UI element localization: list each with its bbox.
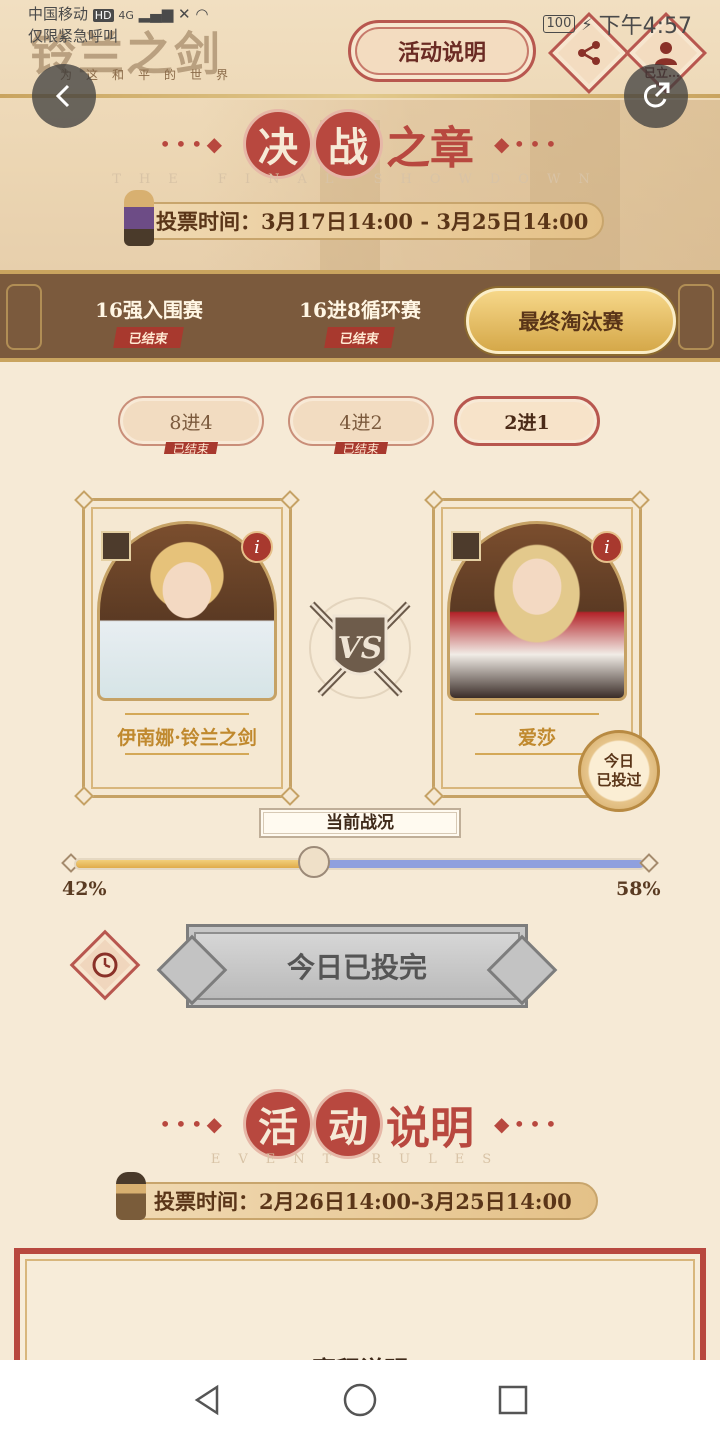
showdown-vote-time: 投票时间：3月17日14:00 - 3月25日14:00 (128, 202, 604, 240)
carrier-label: 中国移动 (28, 5, 89, 23)
event-vote-time: 投票时间：2月26日14:00-3月25日14:00 (126, 1182, 598, 1220)
round-label: 8进4 (169, 411, 213, 434)
showdown-title: •••◆ 决 战 之章 ◆••• THE FINAL SHOWDOWN (0, 112, 720, 187)
round-tab-2to1[interactable]: 2进1 (454, 396, 600, 446)
ended-badge: 已结束 (333, 442, 389, 454)
title-dots-right: ◆••• (494, 132, 561, 156)
card-corner (74, 490, 94, 510)
back-button[interactable] (32, 64, 96, 128)
ended-badge: 已结束 (113, 327, 185, 348)
wifi-icon: ✕ ◠ (178, 5, 209, 23)
svg-text:VS: VS (338, 631, 383, 666)
circle-home-icon (343, 1383, 377, 1417)
voted-today-seal: 今日 已投过 (578, 730, 660, 812)
bar-track (74, 858, 646, 870)
stage-label: 16进8循环赛 (299, 298, 421, 322)
name-ornament (475, 713, 599, 715)
status-left: 中国移动 HD 4G ▂▄▆ ✕ ◠ 仅限紧急呼叫 (28, 4, 208, 46)
stage-tab-top16[interactable]: 16强入围赛 已结束 (80, 294, 218, 348)
vote-progress-bar (61, 846, 659, 878)
title-rest: 之章 (386, 123, 474, 174)
title-english: EVENT RULES (210, 1152, 510, 1167)
square-recents-icon (499, 1385, 528, 1415)
info-button[interactable]: i (591, 531, 623, 563)
ornament-left (6, 284, 42, 350)
round-label: 2进1 (504, 411, 550, 434)
name-ornament (125, 713, 249, 715)
title-english: THE FINAL SHOWDOWN (112, 172, 608, 187)
info-button[interactable]: i (241, 531, 273, 563)
title-char-2: 战 (316, 112, 380, 176)
round-label: 4进2 (339, 411, 383, 434)
network-label: 4G (118, 9, 134, 22)
status-right: 100 ⚡ 下午4:57 (542, 8, 692, 40)
stage-label: 16强入围赛 (95, 298, 203, 322)
title-dots-left: •••◆ (159, 132, 226, 156)
round-tab-8to4[interactable]: 8进4 已结束 (118, 396, 264, 454)
title-dots-left: •••◆ (159, 1112, 226, 1136)
battery-icon: 100 (542, 15, 576, 33)
charging-icon: ⚡ (581, 14, 593, 34)
card-corner (630, 490, 650, 510)
select-checkbox[interactable] (451, 531, 481, 561)
round-tab-4to2[interactable]: 4进2 已结束 (288, 396, 434, 454)
open-external-button[interactable] (624, 64, 688, 128)
card-corner (424, 490, 444, 510)
chibi-character-icon (124, 190, 154, 246)
clock-icon (92, 952, 118, 978)
select-checkbox[interactable] (101, 531, 131, 561)
title-char-2: 动 (316, 1092, 380, 1156)
vote-button[interactable]: 今日已投完 (186, 924, 528, 1008)
stage-tab-round-robin[interactable]: 16进8循环赛 已结束 (288, 294, 432, 348)
system-nav-bar (0, 1360, 720, 1440)
clock: 下午4:57 (598, 14, 692, 39)
event-rules-title: •••◆ 活 动 说明 ◆••• EVENT RULES (0, 1092, 720, 1167)
card-corner (74, 786, 94, 806)
bar-end-right (639, 853, 659, 873)
card-corner (280, 786, 300, 806)
emergency-label: 仅限紧急呼叫 (28, 27, 119, 45)
title-rest: 说明 (386, 1103, 474, 1154)
card-corner (280, 490, 300, 510)
title-dots-right: ◆••• (494, 1112, 561, 1136)
card-corner (424, 786, 444, 806)
nav-home-button[interactable] (330, 1370, 390, 1430)
ornament-right (678, 284, 714, 350)
chevron-left-icon (55, 84, 70, 108)
witch-chibi-icon (116, 1172, 146, 1220)
contestant-card-left[interactable]: i 伊南娜·铃兰之剑 (74, 490, 300, 806)
open-external-icon (643, 82, 670, 108)
battle-status-label: 当前战况 (259, 808, 461, 838)
stage-tab-final[interactable]: 最终淘汰赛 (466, 288, 676, 354)
nav-back-button[interactable] (177, 1370, 237, 1430)
title-char-1: 活 (246, 1092, 310, 1156)
triangle-back-icon (194, 1384, 218, 1416)
bar-fill-left (76, 860, 315, 868)
right-percentage: 58% (616, 878, 661, 900)
vs-emblem-icon: VS (309, 597, 411, 699)
ended-badge: 已结束 (324, 327, 396, 348)
header-divider (0, 94, 720, 98)
vote-history-button[interactable] (69, 929, 141, 1001)
stage-tabs: 16强入围赛 已结束 16进8循环赛 已结束 最终淘汰赛 (0, 270, 720, 362)
ended-badge: 已结束 (163, 442, 219, 454)
hd-label: HD (92, 9, 114, 22)
status-bar: 中国移动 HD 4G ▂▄▆ ✕ ◠ 仅限紧急呼叫 100 ⚡ 下午4:57 (0, 0, 720, 48)
left-percentage: 42% (62, 878, 107, 900)
nav-recents-button[interactable] (483, 1370, 543, 1430)
name-ornament (125, 753, 249, 755)
title-char-1: 决 (246, 112, 310, 176)
vote-button-label: 今日已投完 (286, 951, 427, 984)
contestant-name: 伊南娜·铃兰之剑 (117, 727, 257, 749)
bar-marker-icon (298, 846, 331, 878)
signal-icon: ▂▄▆ (138, 5, 174, 23)
seal-text: 今日 已投过 (596, 752, 642, 789)
